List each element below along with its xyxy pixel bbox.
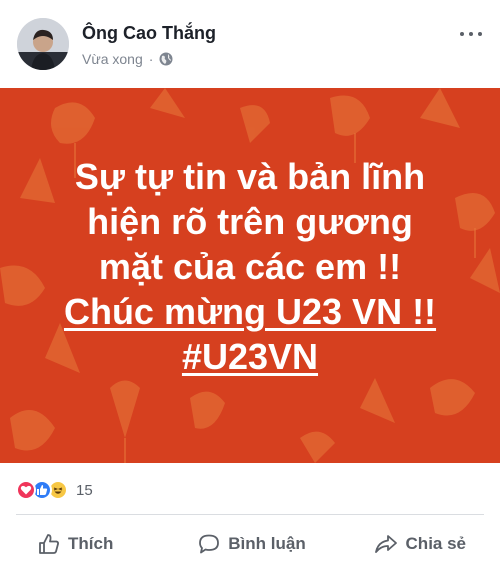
dot xyxy=(469,32,473,36)
banner-line-4: Chúc mừng U23 VN !! xyxy=(0,289,500,334)
more-options-icon[interactable] xyxy=(460,27,482,41)
dot xyxy=(460,32,464,36)
share-button[interactable]: Chia sẻ xyxy=(323,520,500,568)
share-arrow-icon xyxy=(374,535,397,553)
post-meta: Vừa xong · xyxy=(82,51,173,67)
post-time[interactable]: Vừa xong xyxy=(82,51,143,67)
banner-line-3: mặt của các em !! xyxy=(98,246,402,287)
banner-line-1: Sự tự tin và bản lĩnh xyxy=(74,156,426,197)
comment-label: Bình luận xyxy=(228,534,306,553)
author-name[interactable]: Ông Cao Thắng xyxy=(82,23,216,44)
reactions-summary[interactable]: 15 xyxy=(16,479,93,501)
post-header: Ông Cao Thắng Vừa xong · xyxy=(0,0,500,88)
comment-icon xyxy=(199,534,220,554)
divider xyxy=(16,514,484,515)
banner-line-2: hiện rõ trên gương xyxy=(87,201,413,242)
hashtag-link[interactable]: #U23VN xyxy=(182,336,318,377)
congrats-link[interactable]: Chúc mừng U23 VN !! xyxy=(64,291,436,332)
share-label: Chia sẻ xyxy=(405,534,467,553)
comment-button[interactable]: Bình luận xyxy=(181,520,324,568)
avatar[interactable] xyxy=(17,18,69,70)
reaction-count: 15 xyxy=(76,481,93,499)
dot xyxy=(478,32,482,36)
facebook-post: Ông Cao Thắng Vừa xong · Sự tự tin và bả… xyxy=(0,0,500,571)
thumbs-up-icon xyxy=(39,534,59,554)
meta-separator: · xyxy=(148,51,154,67)
post-actions: Thích Bình luận Chia sẻ xyxy=(0,520,500,568)
love-reaction-icon xyxy=(16,480,36,500)
banner-line-5: #U23VN xyxy=(0,334,500,379)
like-label: Thích xyxy=(68,534,114,553)
like-button[interactable]: Thích xyxy=(0,520,181,568)
globe-icon[interactable] xyxy=(159,52,173,66)
post-banner[interactable]: Sự tự tin và bản lĩnh hiện rõ trên gương… xyxy=(0,88,500,463)
banner-message: Sự tự tin và bản lĩnh hiện rõ trên gương… xyxy=(0,154,500,379)
